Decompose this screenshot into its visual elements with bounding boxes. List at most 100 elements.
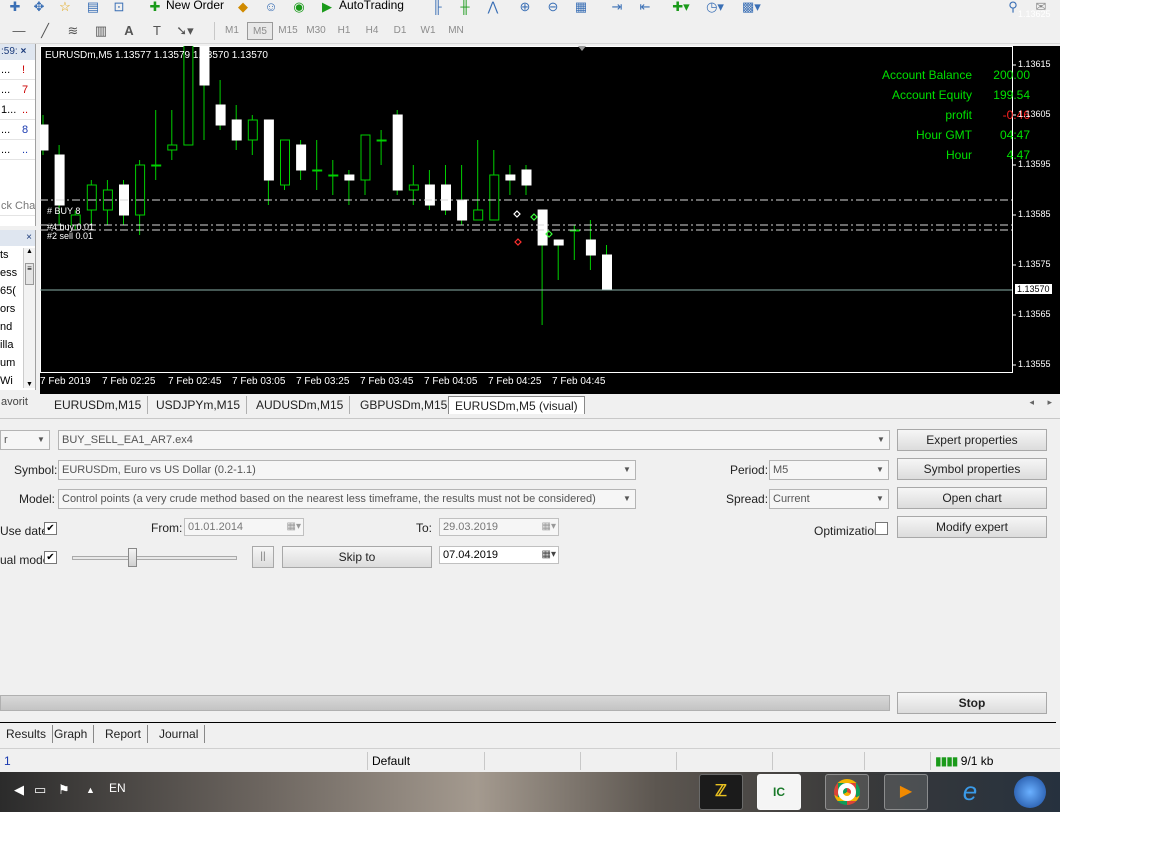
optimization-checkbox[interactable] [875,522,888,535]
autotrading-button[interactable]: AutoTrading [339,0,404,12]
channel-icon[interactable]: ▥ [92,22,110,40]
navigator-scrollbar[interactable]: ▲ ≡ ▼ [23,248,35,388]
use-date-checkbox[interactable]: ✔ [44,522,57,535]
modify-expert-button[interactable]: Modify expert [897,516,1047,538]
timeframe-m1-button[interactable]: M1 [219,22,245,40]
skip-to-date-input[interactable]: 07.04.2019 ▦▾ [439,546,559,564]
skip-to-button[interactable]: Skip to [282,546,432,568]
scroll-down-icon[interactable]: ▼ [24,381,35,388]
autoscroll-icon[interactable]: ⇥ [608,0,626,16]
move-icon[interactable]: ✥ [30,0,48,16]
network-icon[interactable]: ▭ [34,782,46,798]
open-chart-button[interactable]: Open chart [897,487,1047,509]
candles-icon[interactable]: ╫ [456,0,474,16]
tab-results[interactable]: Results [0,725,54,743]
indicators-icon[interactable]: ✚▾ [672,0,690,16]
period-select[interactable]: M5 ▼ [769,460,889,480]
spread-select[interactable]: Current ▼ [769,489,889,509]
speaker-icon[interactable]: ◀ [14,782,24,798]
chart-tab[interactable]: GBPUSDm,M15 [354,396,455,414]
icmarkets-mt4-icon[interactable]: IC [757,774,801,810]
text-label-icon[interactable]: T [148,22,166,40]
line-chart-icon[interactable]: ⋀ [484,0,502,16]
scroll-thumb[interactable]: ≡ [25,263,34,285]
price-chart[interactable]: EURUSDm,M5 1.13577 1.13579 1.13570 1.135… [40,9,1060,394]
tab-journal[interactable]: Journal [153,725,206,743]
navigator-icon[interactable]: ▤ [84,0,102,16]
market-watch-row[interactable]: ..... [0,140,35,160]
visual-mode-checkbox[interactable]: ✔ [44,551,57,564]
tab-graph[interactable]: Graph [48,725,95,743]
market-watch-row[interactable]: ...! [0,60,35,80]
timeframe-mn-button[interactable]: MN [443,22,469,40]
status-cell [484,752,580,770]
to-date-input[interactable]: 29.03.2019 ▦▾ [439,518,559,536]
expert-properties-button[interactable]: Expert properties [897,429,1047,451]
autotrading-icon[interactable]: ▶ [318,0,336,16]
chart-shift-icon[interactable]: ⇤ [636,0,654,16]
from-date-input[interactable]: 01.01.2014 ▦▾ [184,518,304,536]
pause-button[interactable]: || [252,546,274,568]
trendline-icon[interactable]: ╱ [36,22,54,40]
horizontal-line-icon[interactable]: — [10,22,28,40]
chart-tab[interactable]: USDJPYm,M15 [150,396,248,414]
scroll-up-icon[interactable]: ▲ [24,248,35,255]
tab-report[interactable]: Report [99,725,149,743]
ea-type-select[interactable]: r ▼ [0,430,50,450]
symbol-properties-button[interactable]: Symbol properties [897,458,1047,480]
zoom-in-icon[interactable]: ⊕ [516,0,534,16]
market-watch-tab[interactable]: ck Cha [0,196,35,216]
signal-icon[interactable]: ◉ [290,0,308,16]
timeframe-m30-button[interactable]: M30 [303,22,329,40]
market-watch-row[interactable]: ... 8 [0,120,35,140]
arrows-icon[interactable]: ➘▾ [176,22,194,40]
market-watch-row[interactable]: ... 7 [0,80,35,100]
language-indicator[interactable]: EN [109,781,126,795]
chart-tab[interactable]: EURUSDm,M15 [48,396,149,414]
templates-icon[interactable]: ▩▾ [742,0,761,16]
timeframe-m5-button[interactable]: M5 [247,22,273,40]
timeframe-m15-button[interactable]: M15 [275,22,301,40]
crosshair-icon[interactable]: ✚ [6,0,24,16]
favorites-star-icon[interactable]: ☆ [56,0,74,16]
navigator-close-icon[interactable]: × [0,230,35,246]
zoom-window-icon[interactable]: ⊡ [110,0,128,16]
candle-body [489,174,500,221]
favorites-tab[interactable]: avorit [0,392,36,412]
tab-scroll-left-icon[interactable]: ◂ [1029,397,1034,408]
new-order-icon[interactable]: ✚ [146,0,164,16]
candle-body [376,139,387,142]
chart-tab[interactable]: EURUSDm,M5 (visual) [448,396,585,414]
metaeditor-icon[interactable]: ◆ [234,0,252,16]
tab-scroll-right-icon[interactable]: ▸ [1047,397,1052,408]
status-profile[interactable]: Default [367,752,410,770]
slider-thumb[interactable] [128,548,137,567]
period-label: Period: [730,463,769,477]
model-select[interactable]: Control points (a very crude method base… [58,489,636,509]
bar-chart-icon[interactable]: ╟ [428,0,446,16]
market-watch-row[interactable]: 1..... [0,100,35,120]
fibonacci-icon[interactable]: ≋ [64,22,82,40]
chart-tab[interactable]: AUDUSDm,M15 [250,396,351,414]
windows-start-icon[interactable] [1008,774,1052,810]
periods-icon[interactable]: ◷▾ [706,0,724,16]
timeframe-d1-button[interactable]: D1 [387,22,413,40]
timeframe-h1-button[interactable]: H1 [331,22,357,40]
media-player-icon[interactable]: ▶ [884,774,928,810]
timeframe-h4-button[interactable]: H4 [359,22,385,40]
stop-button[interactable]: Stop [897,692,1047,714]
zoom-out-icon[interactable]: ⊖ [544,0,562,16]
symbol-select[interactable]: EURUSDm, Euro vs US Dollar (0.2-1.1) ▼ [58,460,636,480]
chrome-icon[interactable] [825,774,869,810]
action-center-flag-icon[interactable]: ⚑ [58,782,70,798]
tile-windows-icon[interactable]: ▦ [572,0,590,16]
users-icon[interactable]: ☺ [262,0,280,16]
expert-select[interactable]: BUY_SELL_EA1_AR7.ex4 ▼ [58,430,890,450]
new-order-button[interactable]: New Order [166,0,224,12]
tray-expand-icon[interactable]: ▲ [86,785,95,795]
timeframe-w1-button[interactable]: W1 [415,22,441,40]
speed-slider[interactable] [72,548,237,567]
exness-app-icon[interactable]: ℤ [699,774,743,810]
text-icon[interactable]: A [120,22,138,40]
internet-explorer-icon[interactable]: e [948,774,992,810]
